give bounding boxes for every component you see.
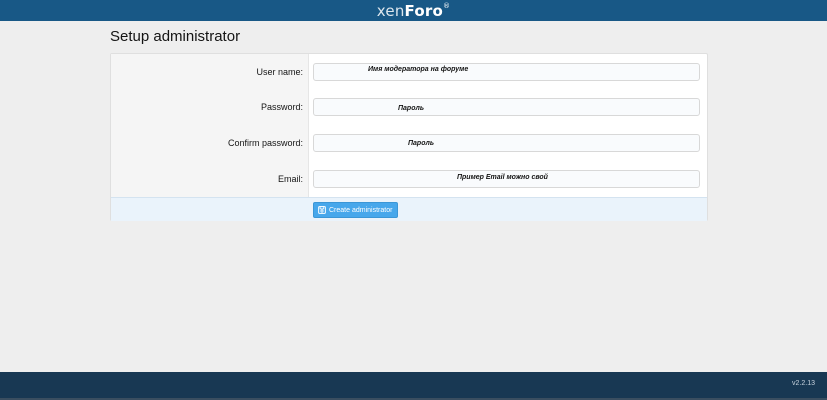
page-title: Setup administrator <box>110 28 241 45</box>
username-input-value: Имя модератора на форуме <box>368 66 469 73</box>
save-icon <box>318 206 326 214</box>
version-label: v2.2.13 <box>792 380 815 387</box>
email-input-value: Пример Email можно свой <box>457 174 548 181</box>
setup-admin-form: User name: Имя модератора на форуме Pass… <box>110 53 708 221</box>
logo-text-light: xen <box>376 1 405 20</box>
confirm-password-input-value: Пароль <box>408 140 434 147</box>
form-submit-row: Create administrator <box>111 197 707 221</box>
bottom-footer-bar: v2.2.13 <box>0 372 827 400</box>
password-label: Password: <box>260 102 303 112</box>
xenforo-logo[interactable]: xenForo® <box>377 2 450 20</box>
create-administrator-label: Create administrator <box>329 206 393 214</box>
confirm-password-label: Confirm password: <box>227 138 303 148</box>
top-header-bar: xenForo® <box>0 0 827 21</box>
logo-text-bold: Foro <box>404 1 443 20</box>
create-administrator-button[interactable]: Create administrator <box>313 202 399 218</box>
username-label: User name: <box>256 67 303 77</box>
username-input[interactable]: Имя модератора на форуме <box>313 63 700 81</box>
email-input[interactable]: Пример Email можно свой <box>313 170 700 188</box>
password-input-value: Пароль <box>398 105 424 112</box>
password-input[interactable]: Пароль <box>313 98 700 116</box>
logo-mark: ® <box>443 1 451 10</box>
email-label: Email: <box>277 174 303 184</box>
confirm-password-input[interactable]: Пароль <box>313 134 700 152</box>
